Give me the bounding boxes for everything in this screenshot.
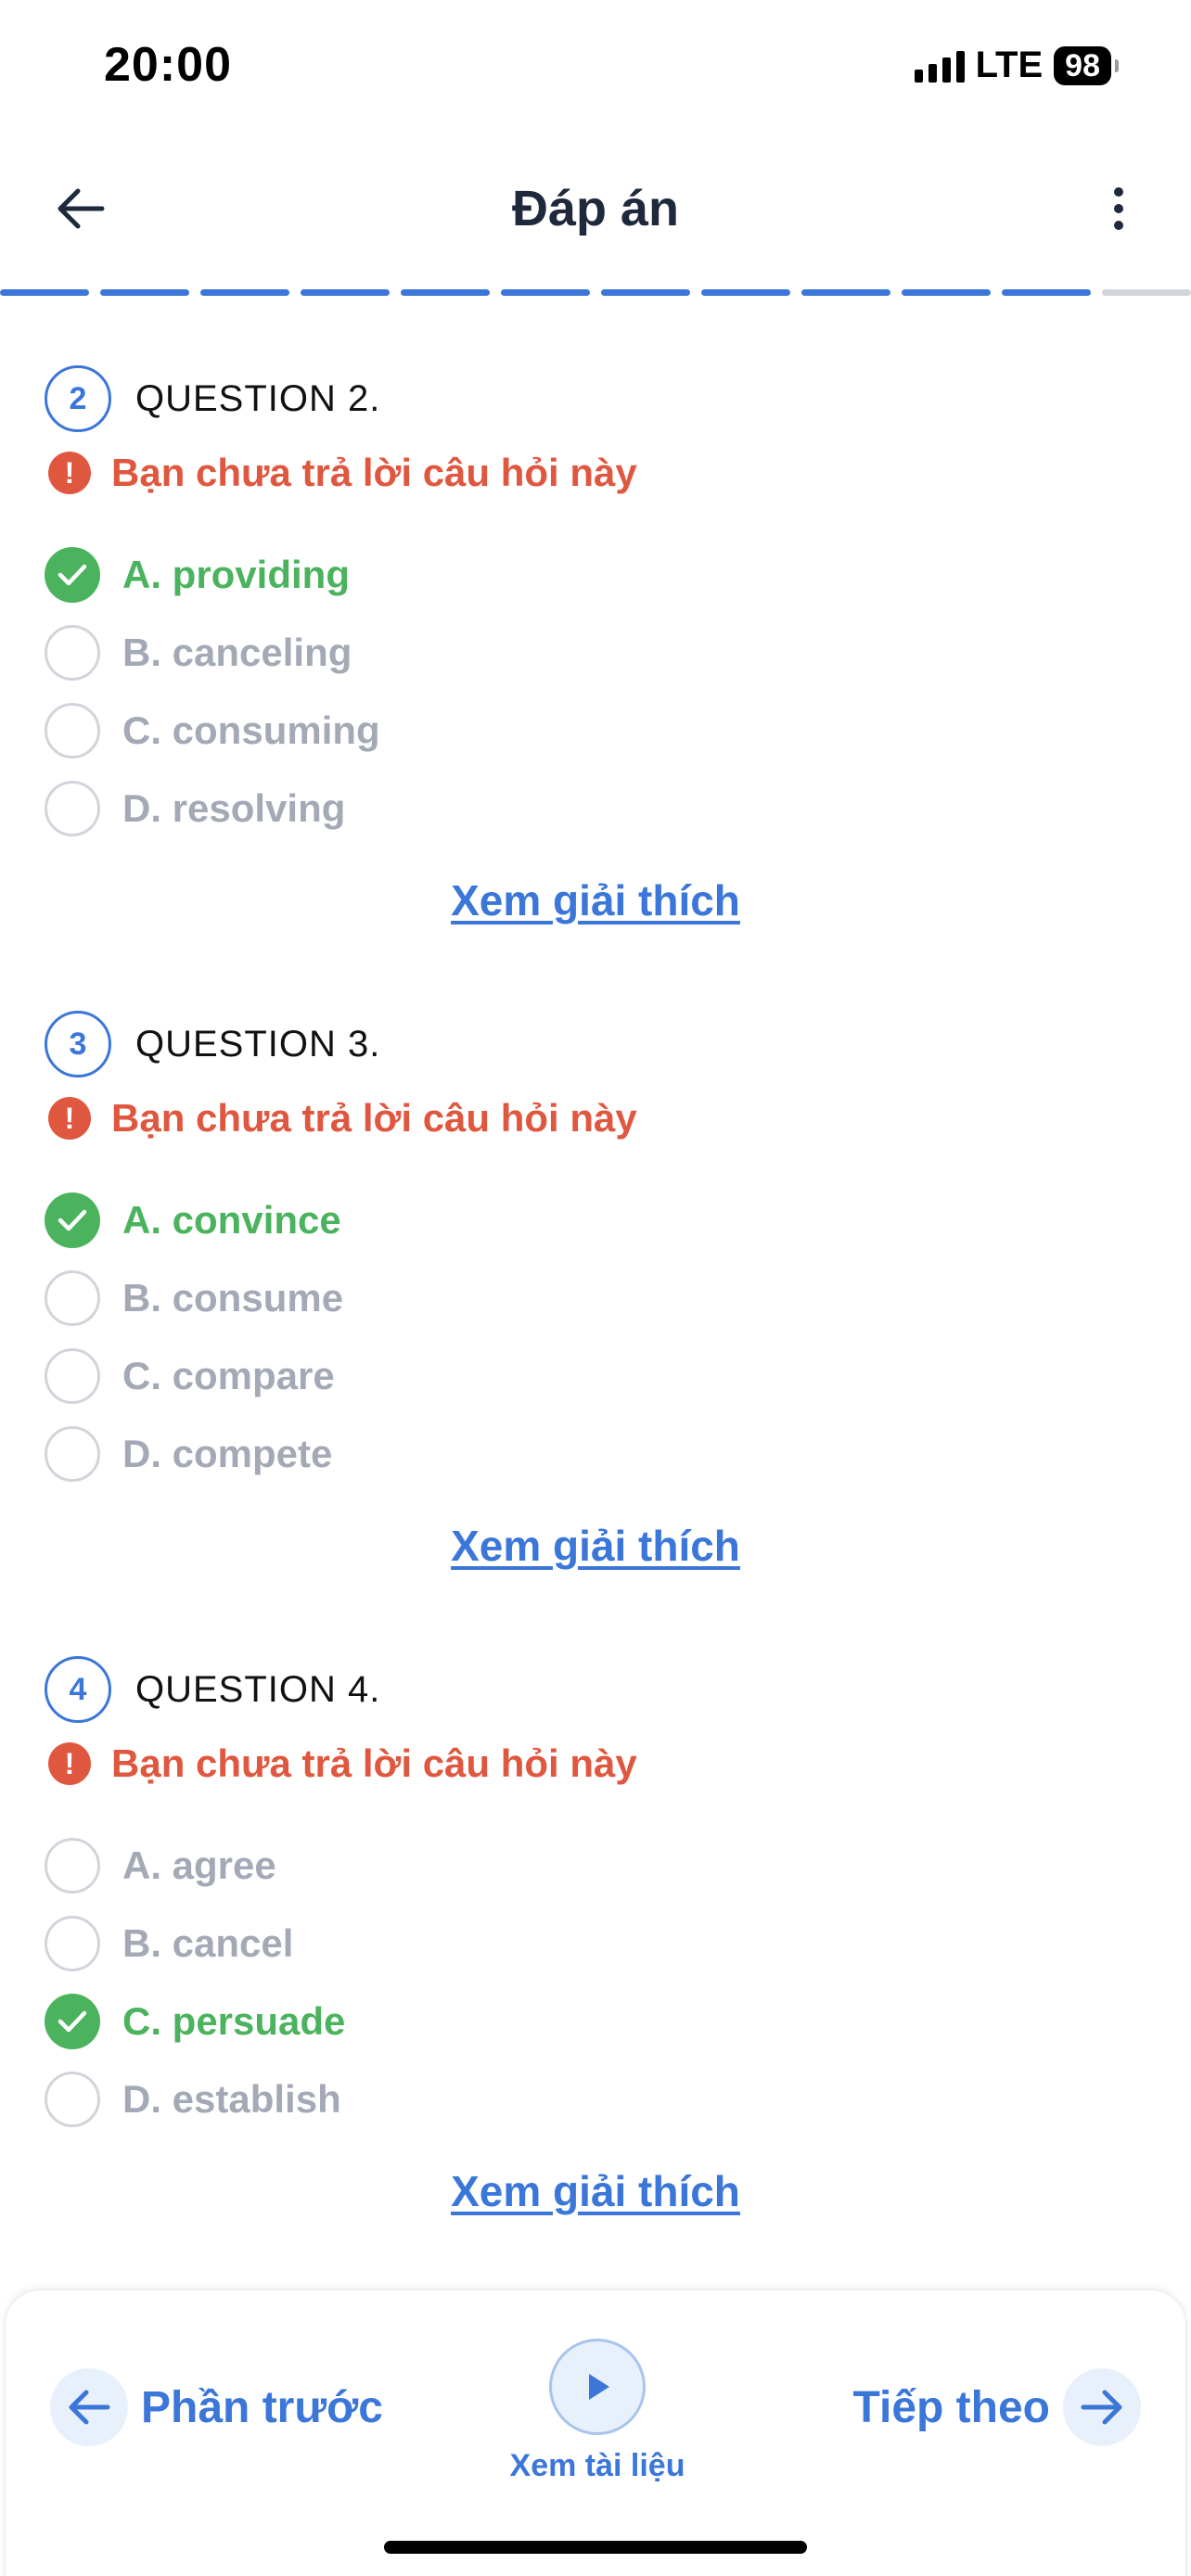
alert-icon: ! bbox=[48, 1097, 91, 1140]
question-card: 4 QUESTION 4. ! Bạn chưa trả lời câu hỏi… bbox=[45, 1652, 1146, 2298]
answer-list: 2 QUESTION 2. ! Bạn chưa trả lời câu hỏi… bbox=[45, 362, 1146, 2298]
progress-segment bbox=[902, 289, 991, 296]
more-vertical-icon bbox=[1114, 187, 1123, 197]
question-number-badge: 3 bbox=[45, 1011, 111, 1078]
radio-empty-icon bbox=[45, 1916, 100, 1971]
warning-text: Bạn chưa trả lời câu hỏi này bbox=[111, 1096, 637, 1140]
progress-segment bbox=[801, 289, 890, 296]
view-materials-label: Xem tài liệu bbox=[509, 2448, 685, 2483]
progress-segment bbox=[1002, 289, 1091, 296]
radio-empty-icon bbox=[45, 1348, 100, 1404]
progress-segment bbox=[401, 289, 490, 296]
app-header: Đáp án bbox=[0, 148, 1191, 269]
battery-icon: 98 bbox=[1054, 45, 1119, 85]
network-type: LTE bbox=[975, 45, 1044, 85]
radio-empty-icon bbox=[45, 1270, 100, 1326]
option-text: A. agree bbox=[122, 1843, 276, 1887]
options-list: A. convince B. consume C. compare D. compet… bbox=[45, 1181, 1146, 1493]
answer-option[interactable]: A. convince bbox=[45, 1181, 1146, 1259]
question-label: QUESTION 3. bbox=[135, 1023, 381, 1065]
option-text: D. establish bbox=[122, 2077, 341, 2121]
answer-option[interactable]: C. compare bbox=[45, 1337, 1146, 1415]
option-text: B. consume bbox=[122, 1276, 344, 1320]
radio-empty-icon bbox=[45, 1426, 100, 1482]
check-circle-icon bbox=[45, 1192, 100, 1248]
previous-section-button[interactable]: Phần trước bbox=[50, 2368, 383, 2446]
status-indicators: LTE 98 bbox=[914, 45, 1119, 86]
check-circle-icon bbox=[45, 1994, 100, 2049]
question-number-badge: 4 bbox=[45, 1656, 111, 1723]
answer-option[interactable]: B. canceling bbox=[45, 614, 1146, 692]
option-text: C. consuming bbox=[122, 708, 380, 752]
options-list: A. agree B. cancel C. persuade D. establish bbox=[45, 1827, 1146, 2138]
alert-icon: ! bbox=[48, 1742, 91, 1785]
progress-segment bbox=[701, 289, 790, 296]
progress-segment bbox=[601, 289, 690, 296]
radio-empty-icon bbox=[45, 625, 100, 681]
previous-label: Phần trước bbox=[141, 2382, 383, 2432]
progress-segment bbox=[100, 289, 189, 296]
arrow-left-circle-icon bbox=[50, 2368, 128, 2446]
status-bar: 20:00 LTE 98 bbox=[0, 0, 1191, 130]
answer-option[interactable]: B. cancel bbox=[45, 1905, 1146, 1983]
question-number-badge: 2 bbox=[45, 365, 111, 432]
next-button[interactable]: Tiếp theo bbox=[853, 2368, 1141, 2446]
unanswered-warning: ! Bạn chưa trả lời câu hỏi này bbox=[45, 1734, 1146, 1793]
answer-option[interactable]: A. agree bbox=[45, 1827, 1146, 1905]
question-progress bbox=[0, 289, 1191, 297]
question-card: 3 QUESTION 3. ! Bạn chưa trả lời câu hỏi… bbox=[45, 1007, 1146, 1652]
answer-option[interactable]: B. consume bbox=[45, 1259, 1146, 1337]
radio-empty-icon bbox=[45, 1838, 100, 1894]
home-indicator bbox=[384, 2541, 807, 2554]
progress-segment bbox=[1102, 289, 1191, 296]
more-menu-button[interactable] bbox=[1091, 176, 1146, 241]
answer-option[interactable]: D. compete bbox=[45, 1415, 1146, 1493]
answer-option[interactable]: C. persuade bbox=[45, 1983, 1146, 2060]
view-materials-button[interactable]: Xem tài liệu bbox=[505, 2339, 690, 2484]
unanswered-warning: ! Bạn chưa trả lời câu hỏi này bbox=[45, 443, 1146, 503]
option-text: C. persuade bbox=[122, 1999, 346, 2043]
option-text: A. providing bbox=[122, 553, 350, 596]
question-label: QUESTION 4. bbox=[135, 1668, 381, 1710]
next-label: Tiếp theo bbox=[852, 2382, 1050, 2432]
view-explanation-link[interactable]: Xem giải thích bbox=[45, 1521, 1146, 1571]
answer-option[interactable]: A. providing bbox=[45, 536, 1146, 614]
progress-segment bbox=[200, 289, 289, 296]
question-card: 2 QUESTION 2. ! Bạn chưa trả lời câu hỏi… bbox=[45, 362, 1146, 1007]
check-circle-icon bbox=[45, 547, 100, 603]
option-text: B. canceling bbox=[122, 631, 352, 674]
status-time: 20:00 bbox=[104, 38, 232, 92]
option-text: B. cancel bbox=[122, 1921, 294, 1965]
signal-icon bbox=[914, 49, 965, 83]
arrow-right-circle-icon bbox=[1063, 2368, 1141, 2446]
progress-segment bbox=[501, 289, 590, 296]
progress-segment bbox=[301, 289, 390, 296]
answer-option[interactable]: C. consuming bbox=[45, 692, 1146, 770]
warning-text: Bạn chưa trả lời câu hỏi này bbox=[111, 1741, 637, 1785]
radio-empty-icon bbox=[45, 2072, 100, 2127]
view-explanation-link[interactable]: Xem giải thích bbox=[45, 875, 1146, 925]
option-text: C. compare bbox=[122, 1354, 335, 1397]
unanswered-warning: ! Bạn chưa trả lời câu hỏi này bbox=[45, 1089, 1146, 1148]
alert-icon: ! bbox=[48, 452, 91, 494]
view-explanation-link[interactable]: Xem giải thích bbox=[45, 2166, 1146, 2216]
option-text: A. convince bbox=[122, 1198, 341, 1242]
option-text: D. resolving bbox=[122, 786, 346, 830]
play-icon bbox=[549, 2339, 646, 2435]
bottom-navigation: Phần trước Xem tài liệu Tiếp theo bbox=[4, 2289, 1187, 2576]
progress-segment bbox=[0, 289, 89, 296]
warning-text: Bạn chưa trả lời câu hỏi này bbox=[111, 451, 637, 494]
answer-option[interactable]: D. resolving bbox=[45, 770, 1146, 848]
radio-empty-icon bbox=[45, 703, 100, 759]
page-title: Đáp án bbox=[511, 181, 680, 236]
options-list: A. providing B. canceling C. consuming D. r… bbox=[45, 536, 1146, 848]
answer-option[interactable]: D. establish bbox=[45, 2060, 1146, 2138]
question-label: QUESTION 2. bbox=[135, 377, 381, 419]
option-text: D. compete bbox=[122, 1432, 333, 1475]
radio-empty-icon bbox=[45, 781, 100, 836]
